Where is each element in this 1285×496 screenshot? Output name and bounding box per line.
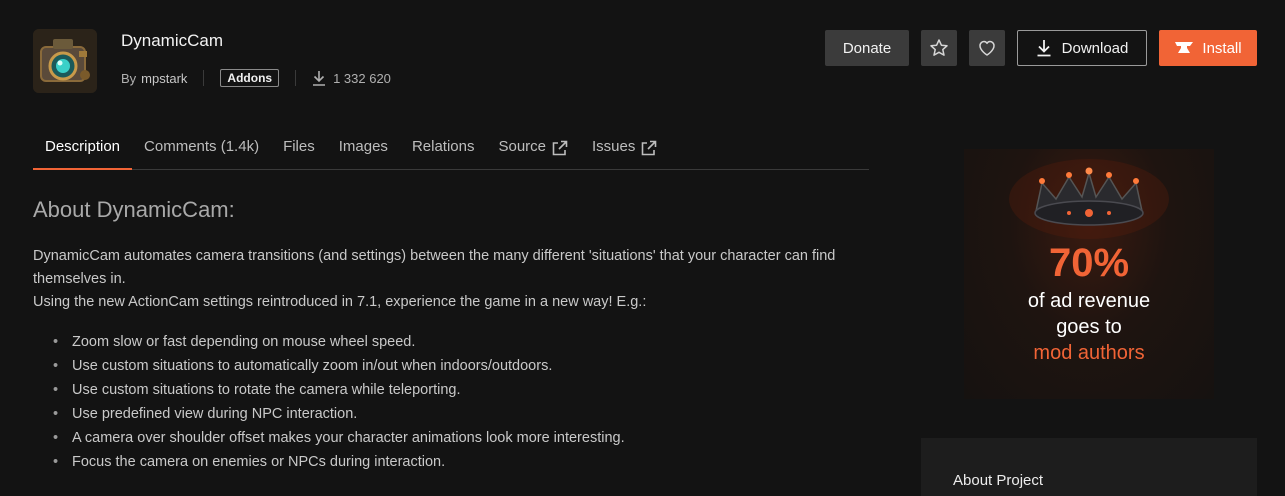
description-text: DynamicCam automates camera transitions … [33, 245, 873, 314]
ad-banner[interactable]: 70% of ad revenue goes to mod authors [964, 149, 1214, 399]
addon-title: DynamicCam [121, 31, 224, 50]
addon-meta: By mpstark Addons 1 332 620 [121, 68, 391, 88]
list-item-text: Zoom slow or fast depending on mouse whe… [72, 334, 416, 350]
tab-label: Description [45, 138, 121, 155]
download-button[interactable]: Download [1017, 30, 1147, 66]
feature-list: • Zoom slow or fast depending on mouse wh… [53, 330, 625, 474]
divider [203, 70, 205, 86]
category-badge[interactable]: Addons [220, 69, 280, 87]
install-button-label: Install [1202, 39, 1242, 57]
external-link-icon [552, 140, 568, 156]
about-project-panel: About Project [921, 438, 1257, 496]
tab-images[interactable]: Images [327, 130, 400, 170]
addon-logo [33, 29, 97, 93]
tab-bar: Description Comments (1.4k) Files Images… [33, 130, 869, 170]
external-link-icon [642, 140, 657, 156]
list-item: • Use custom situations to automatically … [53, 354, 625, 378]
install-button[interactable]: Install [1159, 30, 1257, 66]
list-item-text: A camera over shoulder offset makes your… [72, 430, 625, 446]
by-label: By [121, 70, 137, 86]
ad-text: goes to [1056, 316, 1122, 338]
tab-label: Issues [592, 138, 636, 155]
about-project-heading: About Project [953, 472, 1044, 489]
tab-description[interactable]: Description [33, 130, 133, 170]
tab-label: Images [338, 138, 388, 155]
ad-text-highlight: mod authors [1033, 342, 1145, 364]
list-item: • Zoom slow or fast depending on mouse wh… [53, 330, 625, 354]
donate-button[interactable]: Donate [825, 30, 909, 66]
download-count-value: 1 332 620 [333, 70, 391, 86]
tab-source[interactable]: Source [486, 130, 580, 170]
star-icon [930, 39, 948, 56]
list-item: • A camera over shoulder offset makes you… [53, 426, 625, 450]
tab-comments[interactable]: Comments (1.4k) [132, 130, 271, 170]
list-item-text: Use predefined view during NPC interacti… [72, 406, 358, 422]
list-item: • Use custom situations to rotate the cam… [53, 378, 625, 402]
tab-files[interactable]: Files [271, 130, 327, 170]
crown-icon [1009, 159, 1169, 239]
like-button[interactable] [969, 30, 1005, 66]
download-icon [1037, 40, 1051, 57]
download-icon [313, 71, 326, 86]
author-link[interactable]: mpstark [141, 71, 187, 86]
list-item-text: Focus the camera on enemies or NPCs duri… [72, 454, 446, 470]
list-item: • Focus the camera on enemies or NPCs dur… [53, 450, 625, 474]
description-paragraph: DynamicCam automates camera transitions … [33, 248, 836, 287]
tab-label: Relations [411, 138, 475, 155]
favorite-button[interactable] [921, 30, 957, 66]
heart-icon [979, 40, 995, 56]
list-item-text: Use custom situations to automatically z… [72, 358, 553, 374]
ad-text: of ad revenue [1027, 290, 1151, 312]
list-item-text: Use custom situations to rotate the came… [72, 382, 461, 398]
divider [295, 70, 297, 86]
tab-issues[interactable]: Issues [580, 130, 669, 170]
download-button-label: Download [1061, 39, 1129, 57]
anvil-icon [1175, 42, 1194, 53]
ad-percent: 70% [1048, 241, 1130, 285]
tab-label: Source [498, 138, 547, 155]
tab-label: Comments (1.4k) [144, 138, 260, 155]
download-count: 1 332 620 [312, 70, 391, 86]
list-item: • Use predefined view during NPC interact… [53, 402, 625, 426]
description-paragraph: Using the new ActionCam settings reintro… [33, 294, 647, 310]
tab-label: Files [283, 138, 315, 155]
description-heading: About DynamicCam: [33, 197, 235, 222]
tab-relations[interactable]: Relations [400, 130, 487, 170]
